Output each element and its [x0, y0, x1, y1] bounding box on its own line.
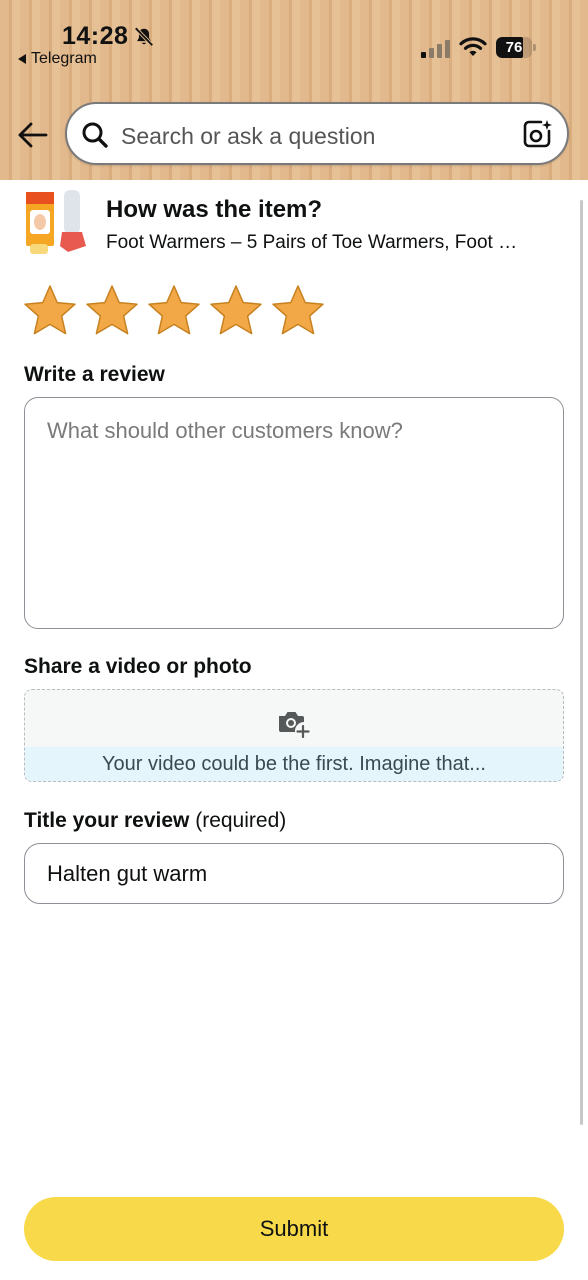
- star-icon-2[interactable]: [84, 283, 140, 339]
- signal-icon: [421, 40, 450, 58]
- star-icon-5[interactable]: [270, 283, 326, 339]
- back-triangle-icon: [18, 54, 26, 64]
- back-arrow-icon[interactable]: [16, 118, 50, 152]
- app-header: 14:28 Telegram 76 Search or ask a questi…: [0, 0, 588, 180]
- wifi-icon: [459, 37, 487, 56]
- camera-plus-icon: [279, 712, 310, 738]
- upload-prompt: Your video could be the first. Imagine t…: [102, 753, 486, 775]
- battery-percent: 76: [505, 39, 523, 56]
- media-upload-zone[interactable]: Your video could be the first. Imagine t…: [24, 689, 564, 782]
- status-back-to-app[interactable]: Telegram: [18, 50, 97, 68]
- search-bar[interactable]: Search or ask a question: [65, 102, 569, 165]
- status-back-label: Telegram: [31, 50, 97, 67]
- review-title-input[interactable]: [24, 843, 564, 904]
- search-placeholder: Search or ask a question: [121, 123, 376, 149]
- product-title: Foot Warmers – 5 Pairs of Toe Warmers, F…: [106, 232, 518, 253]
- scrollbar[interactable]: [580, 200, 583, 1125]
- status-time: 14:28: [62, 22, 129, 50]
- star-icon-1[interactable]: [22, 283, 78, 339]
- product-thumbnail: [24, 190, 94, 260]
- battery-body: 76: [496, 37, 532, 58]
- review-textarea[interactable]: [24, 397, 564, 629]
- star-rating[interactable]: [22, 283, 326, 339]
- search-icon: [82, 122, 108, 148]
- media-label: Share a video or photo: [24, 655, 252, 678]
- bell-off-icon: [134, 27, 154, 47]
- battery-tip: [533, 44, 536, 51]
- submit-button[interactable]: Submit: [24, 1197, 564, 1261]
- star-icon-4[interactable]: [208, 283, 264, 339]
- battery-indicator: 76: [496, 37, 536, 58]
- star-icon-3[interactable]: [146, 283, 202, 339]
- title-label-required: (required): [195, 809, 287, 832]
- camera-sparkle-icon[interactable]: [521, 118, 553, 150]
- product-question: How was the item?: [106, 196, 323, 223]
- title-label: Title your review (required): [24, 809, 286, 833]
- review-label: Write a review: [24, 363, 165, 386]
- title-label-text: Title your review: [24, 809, 190, 832]
